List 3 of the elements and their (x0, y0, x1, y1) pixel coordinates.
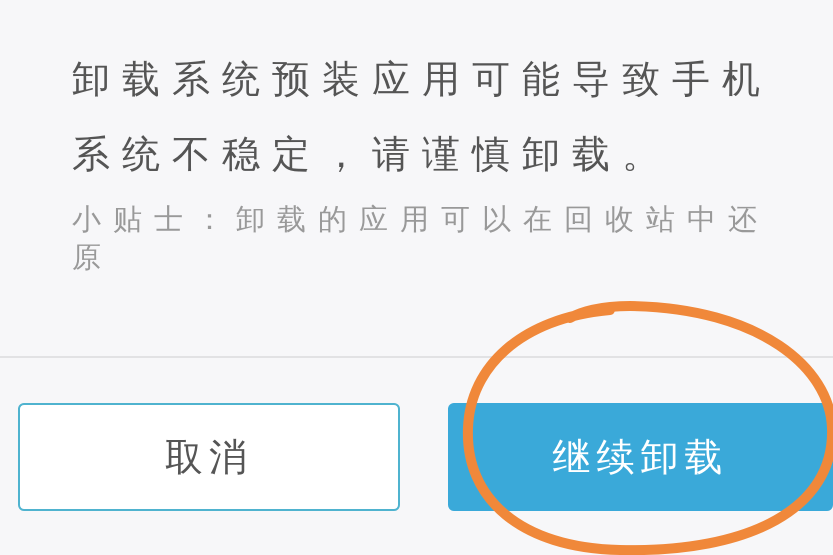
warning-message: 卸载系统预装应用可能导致手机系统不稳定，请谨慎卸载。 (72, 56, 773, 178)
tip-text: 小贴士：卸载的应用可以在回收站中还原 (72, 201, 770, 276)
cancel-button[interactable]: 取消 (18, 403, 400, 511)
